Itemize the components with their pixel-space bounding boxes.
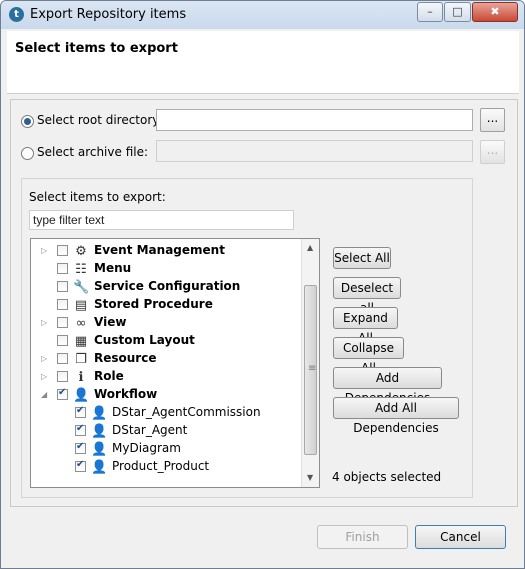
collapse-all-button[interactable]: Collapse All	[333, 337, 404, 375]
tree-item-label: Workflow	[94, 387, 158, 401]
maximize-button[interactable]: □	[444, 2, 471, 22]
selection-status: 4 objects selected	[332, 470, 442, 484]
deselect-all-button[interactable]: Deselect all	[333, 277, 401, 315]
expand-twisty-icon[interactable]: ▷	[41, 372, 49, 382]
expand-all-button[interactable]: Expand All	[333, 307, 398, 345]
gear-icon: ⚙	[75, 244, 87, 259]
tree-item-checkbox[interactable]	[57, 281, 68, 292]
tree-row[interactable]: ▷ ℹ Role	[31, 368, 301, 386]
tree-row[interactable]: ▦ Custom Layout	[31, 332, 301, 350]
tree-item-label: DStar_Agent	[112, 423, 188, 437]
tree-item-checkbox[interactable]	[57, 245, 68, 256]
user-icon: 👤	[91, 406, 108, 421]
root-directory-label: Select root directory:	[37, 113, 163, 127]
glasses-icon: ∞	[75, 316, 87, 331]
collapse-twisty-icon[interactable]: ◢	[41, 390, 49, 400]
tree-item-label: MyDiagram	[112, 441, 181, 455]
tree-item-checkbox[interactable]	[75, 423, 86, 436]
tree-row[interactable]: ☷ Menu	[31, 260, 301, 278]
tree-item-label: Event Management	[94, 243, 225, 257]
scroll-up-icon[interactable]: ▲	[307, 243, 313, 252]
tree-item-checkbox[interactable]	[75, 441, 86, 454]
close-button[interactable]: ✖	[472, 2, 518, 22]
resource-icon: ❐	[75, 352, 87, 367]
tree-row[interactable]: 👤 MyDiagram	[31, 440, 301, 458]
tree-item-checkbox[interactable]	[75, 459, 86, 472]
tree-item-checkbox[interactable]	[57, 371, 68, 382]
tree-item-label: Custom Layout	[94, 333, 195, 347]
tree-item-checkbox[interactable]	[57, 387, 68, 400]
tree-row[interactable]: 👤 Product_Product	[31, 458, 301, 476]
expand-twisty-icon[interactable]: ▷	[41, 246, 49, 256]
title-bar: t Export Repository items – □ ✖	[1, 1, 524, 29]
user-icon: 👤	[73, 388, 90, 403]
user-icon: 👤	[91, 460, 108, 475]
stored-procedure-icon: ▤	[74, 298, 88, 313]
tree-item-label: Role	[94, 369, 124, 383]
archive-file-label: Select archive file:	[37, 145, 149, 159]
finish-button[interactable]: Finish	[317, 525, 408, 549]
tree-item-label: Service Configuration	[94, 279, 241, 293]
cancel-button[interactable]: Cancel	[415, 525, 506, 549]
tree-row[interactable]: 👤 DStar_Agent	[31, 422, 301, 440]
items-label: Select items to export:	[29, 190, 166, 204]
items-tree[interactable]: ▷ ⚙ Event Management ☷ Menu 🔧 Service Configur…	[30, 238, 320, 488]
header-title: Select items to export	[15, 41, 178, 56]
tree-row[interactable]: ▷ ⚙ Event Management	[31, 242, 301, 260]
export-dialog: t Export Repository items – □ ✖ Select i…	[0, 0, 525, 569]
tree-item-label: Menu	[94, 261, 132, 275]
tree-row[interactable]: ▷ ❐ Resource	[31, 350, 301, 368]
tree-row[interactable]: ▤ Stored Procedure	[31, 296, 301, 314]
tree-scrollbar[interactable]: ▲ ≡ ▼	[301, 239, 319, 487]
dialog-header: Select items to export	[7, 31, 519, 94]
tree-row[interactable]: 🔧 Service Configuration	[31, 278, 301, 296]
document-icon: ☷	[75, 262, 87, 277]
scroll-thumb[interactable]: ≡	[304, 285, 317, 455]
archive-file-input	[156, 140, 473, 162]
tree-item-checkbox[interactable]	[57, 317, 68, 328]
expand-twisty-icon[interactable]: ▷	[41, 318, 49, 328]
tree-item-label: DStar_AgentCommission	[112, 405, 261, 419]
tree-item-checkbox[interactable]	[57, 263, 68, 274]
tree-item-checkbox[interactable]	[75, 405, 86, 418]
tree-item-checkbox[interactable]	[57, 335, 68, 346]
minimize-button[interactable]: –	[417, 2, 443, 22]
user-icon: 👤	[91, 424, 108, 439]
tree-row[interactable]: 👤 DStar_AgentCommission	[31, 404, 301, 422]
role-icon: ℹ	[78, 370, 84, 385]
window-title: Export Repository items	[30, 7, 187, 22]
user-icon: 👤	[91, 442, 108, 457]
tree-row[interactable]: ▷ ∞ View	[31, 314, 301, 332]
tree-item-checkbox[interactable]	[57, 299, 68, 310]
tree-item-label: View	[94, 315, 127, 329]
add-all-dependencies-button[interactable]: Add All Dependencies	[333, 397, 459, 435]
wrench-icon: 🔧	[73, 280, 90, 295]
tree-row[interactable]: ◢ 👤 Workflow	[31, 386, 301, 404]
filter-input[interactable]	[29, 210, 294, 230]
root-directory-radio[interactable]	[21, 115, 34, 128]
root-directory-input[interactable]	[156, 109, 473, 131]
archive-file-radio[interactable]	[21, 147, 34, 160]
root-directory-browse-button[interactable]: ...	[480, 108, 505, 132]
add-dependencies-button[interactable]: Add Dependencies	[333, 367, 442, 405]
tree-item-checkbox[interactable]	[57, 353, 68, 364]
expand-twisty-icon[interactable]: ▷	[41, 354, 49, 364]
tree-item-label: Resource	[94, 351, 157, 365]
talend-icon: t	[9, 7, 24, 22]
tree-item-label: Stored Procedure	[94, 297, 213, 311]
layout-icon: ▦	[74, 334, 88, 349]
select-all-button[interactable]: Select All	[333, 247, 391, 269]
grip-icon: ≡	[308, 363, 317, 374]
archive-file-browse-button: ...	[480, 140, 505, 164]
tree-item-label: Product_Product	[112, 459, 210, 473]
scroll-down-icon[interactable]: ▼	[307, 473, 313, 482]
